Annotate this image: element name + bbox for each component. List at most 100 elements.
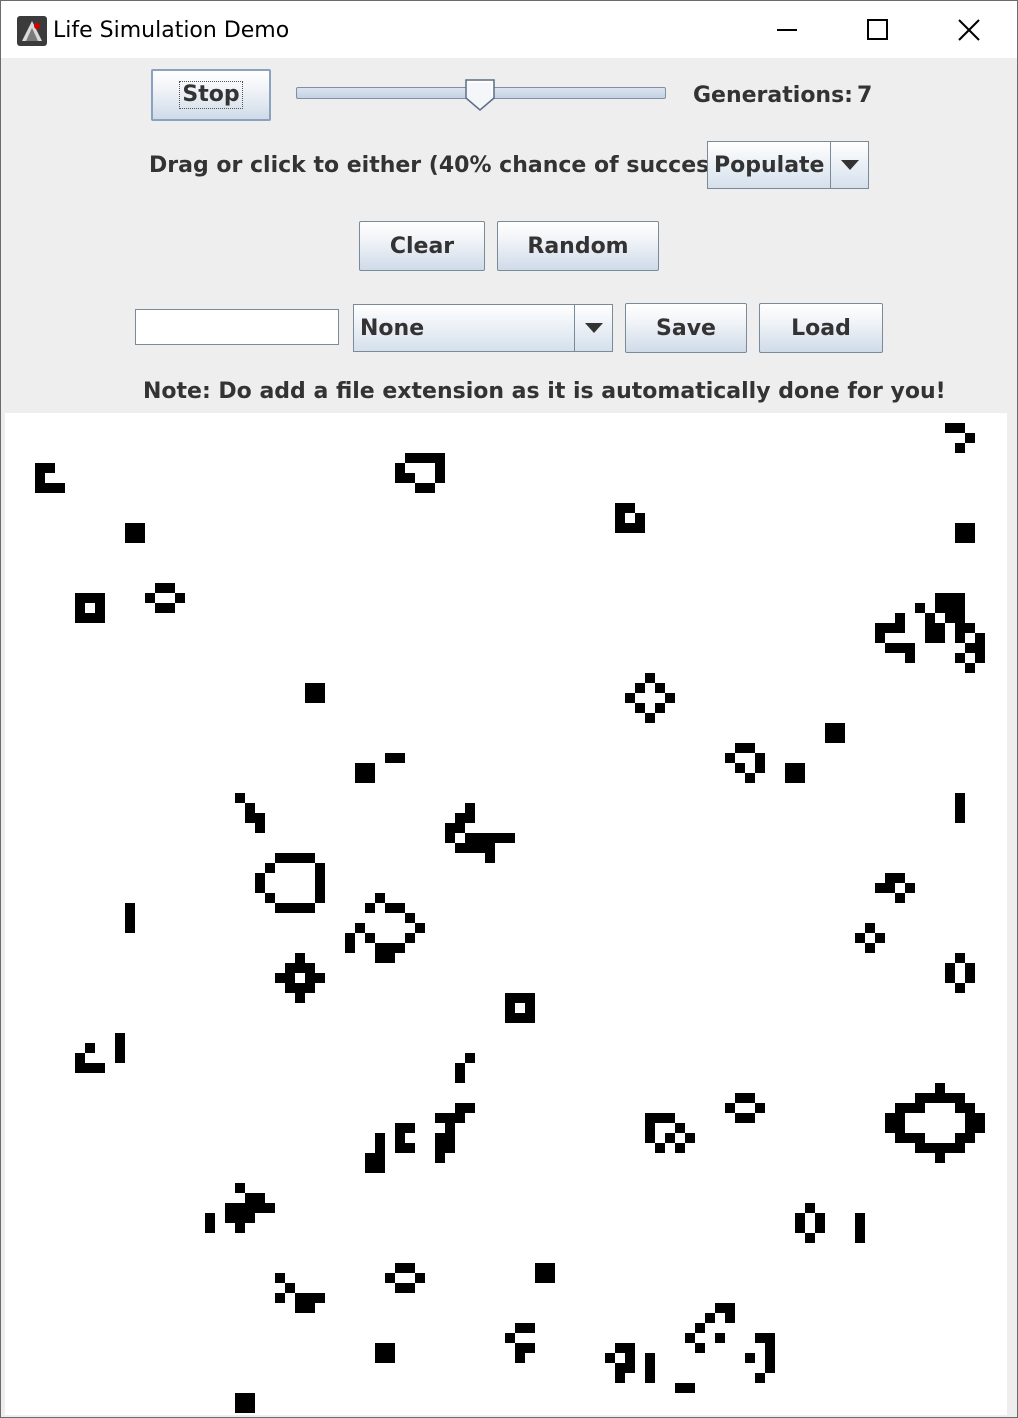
alive-cell[interactable] [675, 1143, 685, 1153]
alive-cell[interactable] [285, 903, 295, 913]
alive-cell[interactable] [685, 1333, 695, 1343]
alive-cell[interactable] [765, 1333, 775, 1343]
alive-cell[interactable] [35, 463, 45, 473]
alive-cell[interactable] [665, 1133, 675, 1143]
alive-cell[interactable] [895, 1103, 905, 1113]
alive-cell[interactable] [145, 593, 155, 603]
alive-cell[interactable] [285, 983, 295, 993]
alive-cell[interactable] [675, 1383, 685, 1393]
alive-cell[interactable] [875, 623, 885, 633]
alive-cell[interactable] [965, 973, 975, 983]
alive-cell[interactable] [125, 533, 135, 543]
alive-cell[interactable] [895, 1133, 905, 1143]
alive-cell[interactable] [945, 593, 955, 603]
alive-cell[interactable] [205, 1223, 215, 1233]
alive-cell[interactable] [85, 1043, 95, 1053]
alive-cell[interactable] [275, 1293, 285, 1303]
alive-cell[interactable] [955, 523, 965, 533]
alive-cell[interactable] [375, 1133, 385, 1143]
alive-cell[interactable] [435, 473, 445, 483]
preset-dropdown[interactable]: None [353, 304, 613, 352]
alive-cell[interactable] [265, 893, 275, 903]
alive-cell[interactable] [925, 613, 935, 623]
alive-cell[interactable] [835, 723, 845, 733]
alive-cell[interactable] [165, 603, 175, 613]
alive-cell[interactable] [885, 623, 895, 633]
alive-cell[interactable] [135, 523, 145, 533]
filename-input[interactable] [135, 309, 339, 345]
alive-cell[interactable] [255, 823, 265, 833]
alive-cell[interactable] [295, 993, 305, 1003]
alive-cell[interactable] [885, 643, 895, 653]
alive-cell[interactable] [755, 1103, 765, 1113]
alive-cell[interactable] [935, 623, 945, 633]
alive-cell[interactable] [355, 923, 365, 933]
alive-cell[interactable] [695, 1323, 705, 1333]
alive-cell[interactable] [525, 1343, 535, 1353]
alive-cell[interactable] [725, 1313, 735, 1323]
alive-cell[interactable] [345, 933, 355, 943]
alive-cell[interactable] [745, 743, 755, 753]
alive-cell[interactable] [725, 1303, 735, 1313]
alive-cell[interactable] [225, 1203, 235, 1213]
alive-cell[interactable] [405, 1263, 415, 1273]
alive-cell[interactable] [955, 533, 965, 543]
alive-cell[interactable] [645, 1373, 655, 1383]
alive-cell[interactable] [815, 1213, 825, 1223]
alive-cell[interactable] [955, 953, 965, 963]
alive-cell[interactable] [895, 873, 905, 883]
alive-cell[interactable] [975, 633, 985, 643]
alive-cell[interactable] [915, 1103, 925, 1113]
alive-cell[interactable] [245, 1213, 255, 1223]
alive-cell[interactable] [825, 733, 835, 743]
alive-cell[interactable] [265, 863, 275, 873]
alive-cell[interactable] [515, 1323, 525, 1333]
alive-cell[interactable] [245, 1403, 255, 1413]
alive-cell[interactable] [75, 1063, 85, 1073]
alive-cell[interactable] [875, 633, 885, 643]
alive-cell[interactable] [45, 463, 55, 473]
alive-cell[interactable] [505, 833, 515, 843]
alive-cell[interactable] [505, 993, 515, 1003]
alive-cell[interactable] [205, 1213, 215, 1223]
alive-cell[interactable] [805, 1203, 815, 1213]
alive-cell[interactable] [455, 843, 465, 853]
alive-cell[interactable] [645, 1113, 655, 1123]
alive-cell[interactable] [95, 613, 105, 623]
alive-cell[interactable] [625, 1343, 635, 1353]
alive-cell[interactable] [885, 883, 895, 893]
alive-cell[interactable] [615, 523, 625, 533]
alive-cell[interactable] [445, 833, 455, 843]
alive-cell[interactable] [455, 813, 465, 823]
alive-cell[interactable] [305, 683, 315, 693]
alive-cell[interactable] [315, 973, 325, 983]
alive-cell[interactable] [465, 1103, 475, 1113]
alive-cell[interactable] [955, 793, 965, 803]
alive-cell[interactable] [505, 1013, 515, 1023]
alive-cell[interactable] [395, 463, 405, 473]
alive-cell[interactable] [615, 513, 625, 523]
alive-cell[interactable] [625, 1353, 635, 1363]
alive-cell[interactable] [395, 1133, 405, 1143]
alive-cell[interactable] [235, 1203, 245, 1213]
alive-cell[interactable] [395, 943, 405, 953]
alive-cell[interactable] [925, 1143, 935, 1153]
alive-cell[interactable] [385, 1343, 395, 1353]
alive-cell[interactable] [745, 1113, 755, 1123]
alive-cell[interactable] [365, 1163, 375, 1173]
alive-cell[interactable] [785, 763, 795, 773]
alive-cell[interactable] [85, 613, 95, 623]
alive-cell[interactable] [905, 883, 915, 893]
alive-cell[interactable] [235, 1403, 245, 1413]
alive-cell[interactable] [925, 623, 935, 633]
alive-cell[interactable] [395, 903, 405, 913]
alive-cell[interactable] [515, 1013, 525, 1023]
alive-cell[interactable] [955, 1133, 965, 1143]
alive-cell[interactable] [295, 903, 305, 913]
alive-cell[interactable] [315, 873, 325, 883]
alive-cell[interactable] [255, 1203, 265, 1213]
alive-cell[interactable] [365, 903, 375, 913]
alive-cell[interactable] [75, 593, 85, 603]
alive-cell[interactable] [85, 1063, 95, 1073]
alive-cell[interactable] [415, 1273, 425, 1283]
